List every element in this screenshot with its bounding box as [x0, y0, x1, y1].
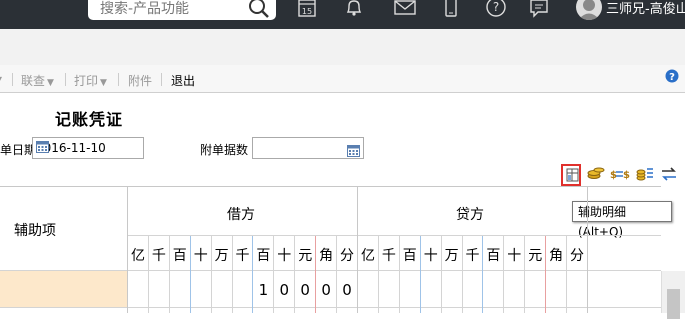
- voucher-toolbar: ▾ 联查▼ 打印▼ 附件 退出: [0, 65, 685, 93]
- chevron-down-icon: ▼: [100, 78, 107, 88]
- help-circle-icon[interactable]: ?: [485, 0, 507, 24]
- debit-column-header: 借方: [227, 207, 255, 223]
- tab-band: [0, 29, 685, 66]
- calendar-picker-icon[interactable]: [36, 141, 140, 156]
- voucher-date-field[interactable]: 2016-11-10: [32, 137, 144, 159]
- chevron-down-icon: ▼: [47, 78, 54, 88]
- attachments-count-field[interactable]: [252, 137, 364, 159]
- debit-unit-header: 百: [256, 248, 271, 264]
- credit-column-header: 贷方: [456, 207, 484, 223]
- mail-icon[interactable]: [394, 0, 416, 22]
- search-box[interactable]: 搜索-产品功能: [88, 0, 276, 20]
- svg-text:?: ?: [493, 0, 499, 14]
- credit-unit-header: 十: [507, 248, 522, 264]
- coins-icon[interactable]: [586, 164, 606, 186]
- aux-detail-icon[interactable]: [561, 164, 581, 186]
- svg-text:$: $: [610, 170, 617, 181]
- credit-unit-header: 亿: [361, 248, 375, 264]
- calendar-icon[interactable]: 15: [297, 0, 317, 22]
- debit-unit-header: 千: [235, 248, 250, 264]
- toolbar-linked-query-button[interactable]: 联查 ▼: [21, 72, 54, 89]
- svg-text:?: ?: [669, 72, 675, 83]
- message-icon[interactable]: [529, 0, 549, 22]
- mobile-icon[interactable]: [443, 0, 459, 22]
- debit-unit-header: 角: [319, 248, 334, 264]
- credit-unit-header: 百: [402, 248, 417, 264]
- debit-unit-header: 万: [214, 248, 229, 264]
- credit-unit-header: 十: [423, 248, 438, 264]
- debit-unit-header: 百: [172, 248, 187, 264]
- scrollbar-thumb[interactable]: [667, 289, 680, 319]
- toolbar-divider: [12, 73, 13, 86]
- svg-text:$: $: [623, 170, 630, 181]
- aux-column-header: 辅助项: [14, 223, 56, 239]
- credit-unit-header: 角: [549, 248, 564, 264]
- calendar-day: 15: [302, 7, 312, 16]
- credit-unit-header: 元: [528, 248, 543, 264]
- credit-unit-header: 百: [486, 248, 501, 264]
- debit-unit-header: 千: [151, 248, 166, 264]
- bell-icon[interactable]: [344, 0, 364, 22]
- toolbar-divider: [65, 73, 66, 86]
- top-navigation-bar: 搜索-产品功能 15 ? 三师兄-高俊山: [0, 0, 685, 29]
- toolbar-divider: [118, 73, 119, 86]
- debit-amount-digit[interactable]: 0: [316, 281, 336, 299]
- username[interactable]: 三师兄-高俊山: [606, 0, 685, 17]
- debit-amount-digit[interactable]: 1: [253, 281, 273, 299]
- debit-unit-header: 十: [277, 248, 292, 264]
- search-input[interactable]: 搜索-产品功能: [100, 0, 189, 18]
- swap-icon[interactable]: [659, 164, 679, 186]
- avatar[interactable]: [576, 0, 602, 20]
- debit-amount-digit[interactable]: 0: [274, 281, 294, 299]
- search-icon[interactable]: [248, 0, 270, 23]
- toolbar-divider: [161, 73, 162, 86]
- voucher-title: 记账凭证: [55, 110, 124, 129]
- table-divider: [127, 235, 661, 236]
- currency-exchange-icon[interactable]: $ $: [610, 164, 630, 186]
- attachments-count-label: 附单据数: [200, 143, 249, 157]
- debit-unit-header: 分: [340, 248, 354, 264]
- toolbar-attachment-button[interactable]: 附件: [128, 72, 152, 89]
- toolbar-linked-query-label: 联查: [21, 74, 46, 88]
- credit-unit-header: 分: [570, 248, 584, 264]
- table-divider: [587, 186, 588, 313]
- debit-unit-header: 亿: [131, 248, 145, 264]
- voucher-date-label: 单日期: [0, 143, 37, 157]
- debit-amount-digit[interactable]: 0: [295, 281, 315, 299]
- table-divider: [0, 307, 661, 308]
- help-icon[interactable]: ?: [665, 68, 679, 87]
- credit-unit-header: 万: [444, 248, 459, 264]
- debit-unit-header: 十: [193, 248, 208, 264]
- calendar-picker-icon[interactable]: [347, 142, 360, 161]
- credit-unit-header: 千: [381, 248, 396, 264]
- credit-unit-header: 千: [465, 248, 480, 264]
- toolbar-print-label: 打印: [74, 74, 99, 88]
- balance-icon[interactable]: [635, 164, 655, 186]
- toolbar-dropdown-arrow-icon[interactable]: ▾: [0, 72, 2, 86]
- vertical-scrollbar[interactable]: [661, 271, 685, 319]
- aux-cell-row-1[interactable]: [0, 271, 127, 307]
- toolbar-print-button[interactable]: 打印 ▼: [74, 72, 107, 89]
- debit-unit-header: 元: [298, 248, 313, 264]
- toolbar-exit-button[interactable]: 退出: [171, 72, 195, 89]
- debit-amount-digit[interactable]: 0: [337, 281, 357, 299]
